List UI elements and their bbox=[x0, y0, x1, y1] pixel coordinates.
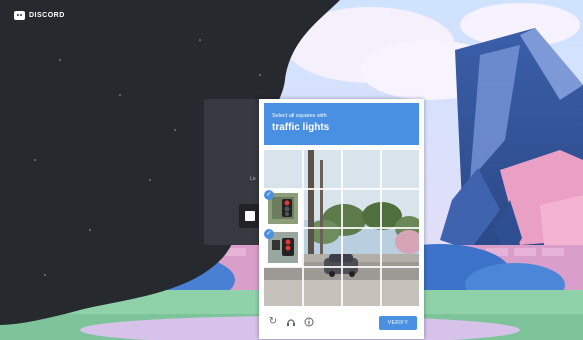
captcha-keyword: traffic lights bbox=[272, 122, 330, 133]
grid-divider bbox=[264, 266, 419, 268]
captcha-header: Select all squares with traffic lights bbox=[264, 103, 419, 145]
info-glyph bbox=[304, 317, 314, 327]
check-icon: ✓ bbox=[264, 229, 274, 239]
verify-button[interactable]: VERIFY bbox=[379, 316, 417, 330]
check-icon: ✓ bbox=[264, 190, 274, 200]
captcha-footer: ↻ VERIFY bbox=[264, 313, 419, 333]
captcha-checkbox[interactable] bbox=[245, 211, 255, 221]
captcha-image-grid: ✓ ✓ bbox=[264, 150, 423, 306]
refresh-icon[interactable]: ↻ bbox=[268, 317, 278, 327]
brand-logo: DISCORD bbox=[14, 11, 65, 20]
captcha-challenge: Select all squares with traffic lights ✓… bbox=[259, 99, 424, 339]
grid-divider bbox=[264, 227, 419, 229]
grid-divider bbox=[264, 188, 419, 190]
headphones-icon[interactable] bbox=[286, 317, 296, 327]
login-text: Lo bbox=[250, 176, 256, 182]
captcha-instruction: Select all squares with bbox=[272, 113, 327, 119]
headphones-glyph bbox=[287, 319, 295, 326]
brand-name: DISCORD bbox=[29, 12, 65, 19]
discord-icon bbox=[14, 11, 25, 20]
info-icon[interactable] bbox=[304, 317, 314, 327]
captcha-screen: DISCORD Lo Select all squares with traff… bbox=[0, 0, 583, 340]
